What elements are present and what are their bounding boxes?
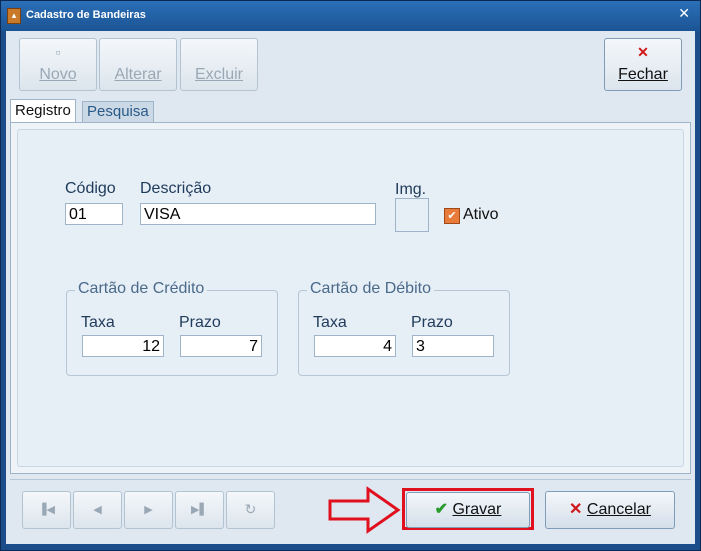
debito-taxa-field[interactable]: 4	[314, 335, 396, 357]
gravar-label: Gravar	[452, 501, 502, 518]
cancelar-button[interactable]: ✕ Cancelar	[545, 491, 675, 529]
fechar-button[interactable]: ✕ Fechar	[604, 38, 682, 91]
form-area: Código 01 Descrição VISA Img. ✔ Ativo Ca…	[17, 129, 684, 467]
tab-registro[interactable]: Registro	[10, 99, 76, 124]
new-record-icon: ▫	[55, 44, 61, 60]
alterar-label: Alterar	[114, 66, 162, 83]
cancel-icon: ✕	[569, 501, 583, 518]
credito-taxa-field[interactable]: 12	[82, 335, 164, 357]
credito-prazo-label: Prazo	[179, 314, 221, 331]
fechar-label: Fechar	[618, 66, 668, 83]
last-record-icon[interactable]: ▶▌	[175, 491, 224, 529]
descricao-field[interactable]: VISA	[140, 203, 376, 225]
excluir-label: Excluir	[194, 66, 243, 83]
title-bar: ▴ Cadastro de Bandeiras ✕	[1, 1, 700, 31]
navigation-bar: ▐◀ ◀ ▶ ▶▌ ↻ ✔ Gravar ✕ Cancelar	[10, 479, 691, 539]
next-record-icon[interactable]: ▶	[124, 491, 173, 529]
debito-taxa-label: Taxa	[313, 314, 347, 331]
previous-record-icon[interactable]: ◀	[73, 491, 122, 529]
registro-panel: Código 01 Descrição VISA Img. ✔ Ativo Ca…	[10, 122, 691, 474]
debito-prazo-label: Prazo	[411, 314, 453, 331]
codigo-label: Código	[65, 180, 116, 197]
toolbar: ▫ Novo Alterar Excluir ✕ Fechar	[9, 34, 692, 92]
credito-taxa-label: Taxa	[81, 314, 115, 331]
app-icon: ▴	[7, 8, 21, 24]
credito-group: Cartão de Crédito Taxa 12 Prazo 7	[66, 280, 278, 376]
check-icon: ✔	[434, 501, 449, 518]
credito-title: Cartão de Crédito	[75, 280, 208, 298]
red-arrow-icon	[328, 486, 401, 534]
window-title: Cadastro de Bandeiras	[26, 9, 146, 21]
gravar-button[interactable]: ✔ Gravar	[406, 492, 530, 528]
codigo-field[interactable]: 01	[65, 203, 123, 225]
novo-label: Novo	[39, 66, 77, 83]
img-label: Img.	[395, 181, 427, 198]
tab-pesquisa[interactable]: Pesquisa	[82, 101, 154, 123]
client-area: ▫ Novo Alterar Excluir ✕ Fechar Registro…	[6, 31, 695, 544]
descricao-label: Descrição	[140, 180, 212, 197]
close-red-icon: ✕	[637, 44, 649, 60]
debito-prazo-field[interactable]: 3	[412, 335, 494, 357]
first-record-icon[interactable]: ▐◀	[22, 491, 71, 529]
ativo-label: Ativo	[463, 206, 499, 223]
credito-prazo-field[interactable]: 7	[180, 335, 262, 357]
debito-title: Cartão de Débito	[307, 280, 434, 298]
refresh-icon[interactable]: ↻	[226, 491, 275, 529]
close-icon[interactable]: ✕	[678, 6, 690, 22]
alterar-button[interactable]: Alterar	[99, 38, 177, 91]
debito-group: Cartão de Débito Taxa 4 Prazo 3	[298, 280, 510, 376]
cancelar-label: Cancelar	[586, 501, 651, 518]
excluir-button[interactable]: Excluir	[180, 38, 258, 91]
novo-button[interactable]: ▫ Novo	[19, 38, 97, 91]
window: ▴ Cadastro de Bandeiras ✕ ▫ Novo Alterar…	[0, 0, 701, 551]
ativo-checkbox[interactable]: ✔	[444, 208, 460, 224]
image-box[interactable]	[395, 198, 429, 232]
